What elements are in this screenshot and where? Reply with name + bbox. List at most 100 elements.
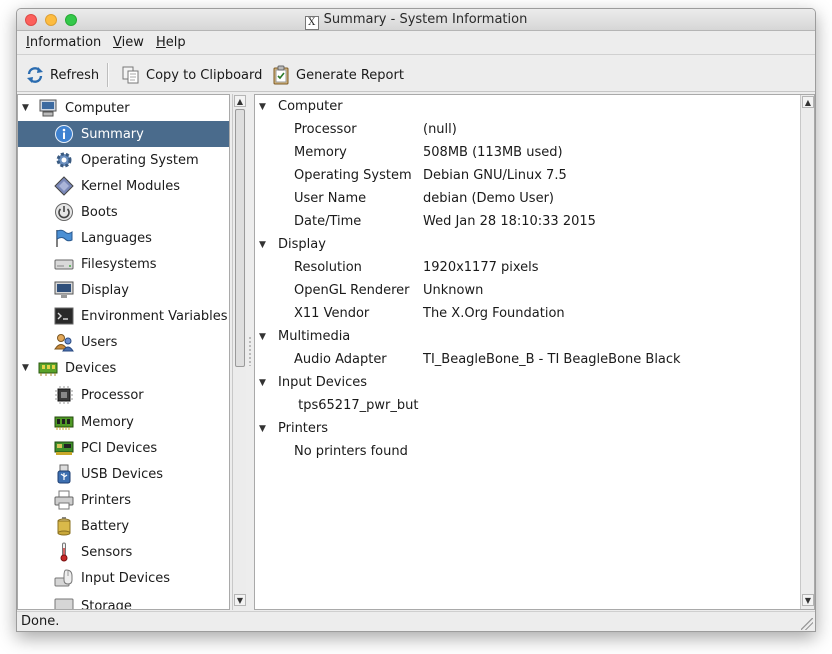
menu-help[interactable]: Help <box>156 35 186 50</box>
detail-row[interactable]: No printers found <box>255 441 795 463</box>
tree-item-printers[interactable]: Printers <box>18 487 229 513</box>
printer-icon <box>54 490 74 510</box>
details-scroll-up-icon[interactable]: ▲ <box>802 96 814 108</box>
tree-scroll-down-icon[interactable]: ▼ <box>234 594 246 606</box>
drive-icon <box>54 259 74 270</box>
flag-icon <box>56 229 73 247</box>
tree-item-users[interactable]: Users <box>18 329 229 355</box>
title-bar[interactable]: X Summary - System Information <box>17 9 815 31</box>
tree-label-storage: Storage <box>81 598 132 610</box>
section-computer[interactable]: ▼ Computer <box>255 96 795 118</box>
details-scrollbar[interactable]: ▲ ▼ <box>800 95 814 609</box>
expander-devices-icon[interactable]: ▼ <box>22 363 29 373</box>
detail-row[interactable]: X11 Vendor The X.Org Foundation <box>255 303 795 325</box>
expander-computer-icon[interactable]: ▼ <box>22 103 29 113</box>
tree-label-computer: Computer <box>65 100 130 116</box>
details-scroll-down-icon[interactable]: ▼ <box>802 594 814 606</box>
menu-view[interactable]: View <box>113 35 144 50</box>
detail-key: tps65217_pwr_but <box>294 398 419 413</box>
section-title: Display <box>278 237 326 252</box>
section-printers[interactable]: ▼ Printers <box>255 418 795 440</box>
copy-to-clipboard-button[interactable]: Copy to Clipboard <box>121 64 262 86</box>
detail-row[interactable]: User Name debian (Demo User) <box>255 188 795 210</box>
pane-splitter[interactable] <box>246 94 254 610</box>
resize-grip-icon[interactable] <box>801 618 813 630</box>
tree-scroll-up-icon[interactable]: ▲ <box>234 95 246 107</box>
expander-section-computer-icon[interactable]: ▼ <box>259 96 266 118</box>
section-title: Computer <box>278 99 343 114</box>
detail-row[interactable]: OpenGL Renderer Unknown <box>255 280 795 302</box>
detail-value: TI_BeagleBone_B - TI BeagleBone Black <box>423 352 681 367</box>
tree-item-summary[interactable]: Summary <box>18 121 229 147</box>
tree-scroll-thumb[interactable] <box>235 109 245 367</box>
menu-mnemonic: I <box>26 35 30 50</box>
tree-label-filesystems: Filesystems <box>81 256 157 272</box>
x11-logo-icon: X <box>304 16 319 30</box>
section-title: Printers <box>278 421 329 436</box>
tree-label-languages: Languages <box>81 230 152 246</box>
tree-item-computer[interactable]: ▼ Computer <box>18 95 229 121</box>
tree-item-environment-variables[interactable]: Environment Variables <box>18 303 229 329</box>
detail-key: No printers found <box>294 444 408 459</box>
detail-row[interactable]: Audio Adapter TI_BeagleBone_B - TI Beagl… <box>255 349 795 371</box>
detail-row[interactable]: tps65217_pwr_but <box>255 395 795 417</box>
tree-item-input-devices[interactable]: Input Devices <box>18 565 229 591</box>
monitor-icon <box>54 281 74 298</box>
tree-item-kernel-modules[interactable]: Kernel Modules <box>18 173 229 199</box>
detail-value: Debian GNU/Linux 7.5 <box>423 168 567 183</box>
detail-key: Memory <box>294 145 347 160</box>
tree-item-storage[interactable]: Storage <box>18 593 229 610</box>
detail-row[interactable]: Memory 508MB (113MB used) <box>255 142 795 164</box>
tree-item-languages[interactable]: Languages <box>18 225 229 251</box>
detail-value: Unknown <box>423 283 484 298</box>
category-tree[interactable]: ▼ Computer Summary Operating System Kern… <box>17 94 230 610</box>
tree-item-filesystems[interactable]: Filesystems <box>18 251 229 277</box>
refresh-button[interactable]: Refresh <box>25 64 99 86</box>
expander-section-input-devices-icon[interactable]: ▼ <box>259 372 266 394</box>
expander-section-display-icon[interactable]: ▼ <box>259 234 266 256</box>
expander-section-multimedia-icon[interactable]: ▼ <box>259 326 266 348</box>
tree-item-memory[interactable]: Memory <box>18 409 229 435</box>
tree-item-pci-devices[interactable]: PCI Devices <box>18 435 229 461</box>
tree-item-devices[interactable]: ▼ Devices <box>18 355 229 381</box>
detail-row[interactable]: Operating System Debian GNU/Linux 7.5 <box>255 165 795 187</box>
computer-icon <box>39 99 57 117</box>
tree-item-operating-system[interactable]: Operating System <box>18 147 229 173</box>
section-multimedia[interactable]: ▼ Multimedia <box>255 326 795 348</box>
section-title: Input Devices <box>278 375 368 390</box>
tree-item-usb-devices[interactable]: USB Devices <box>18 461 229 487</box>
generate-report-button[interactable]: Generate Report <box>271 64 404 86</box>
tree-label-environment-variables: Environment Variables <box>81 308 228 324</box>
info-icon <box>55 125 73 143</box>
window-title-wrap: X Summary - System Information <box>17 12 815 30</box>
tree-item-battery[interactable]: Battery <box>18 513 229 539</box>
detail-key: X11 Vendor <box>294 306 370 321</box>
tree-item-boots[interactable]: Boots <box>18 199 229 225</box>
tree-item-processor[interactable]: Processor <box>18 382 229 408</box>
expander-section-printers-icon[interactable]: ▼ <box>259 418 266 440</box>
detail-row[interactable]: Processor (null) <box>255 119 795 141</box>
status-text: Done. <box>21 614 60 629</box>
pci-icon <box>54 441 74 455</box>
section-display[interactable]: ▼ Display <box>255 234 795 256</box>
menu-information-label: Information <box>26 35 102 50</box>
tree-label-pci-devices: PCI Devices <box>81 440 158 456</box>
menu-help-label: Help <box>156 35 186 50</box>
status-bar: Done. <box>17 611 815 631</box>
window-title: Summary - System Information <box>323 12 528 27</box>
menu-mnemonic: V <box>113 35 122 50</box>
detail-row[interactable]: Resolution 1920x1177 pixels <box>255 257 795 279</box>
tree-item-sensors[interactable]: Sensors <box>18 539 229 565</box>
section-input-devices[interactable]: ▼ Input Devices <box>255 372 795 394</box>
detail-key: Operating System <box>294 168 412 183</box>
menu-information[interactable]: Information <box>26 35 101 50</box>
detail-value: debian (Demo User) <box>423 191 554 206</box>
menu-view-label: View <box>113 35 144 50</box>
copy-icon <box>122 66 139 84</box>
tree-label-users: Users <box>81 334 118 350</box>
section-title: Multimedia <box>278 329 351 344</box>
tree-scrollbar[interactable]: ▲ ▼ <box>232 94 246 610</box>
tree-item-display[interactable]: Display <box>18 277 229 303</box>
terminal-icon <box>54 307 74 325</box>
detail-row[interactable]: Date/Time Wed Jan 28 18:10:33 2015 <box>255 211 795 233</box>
